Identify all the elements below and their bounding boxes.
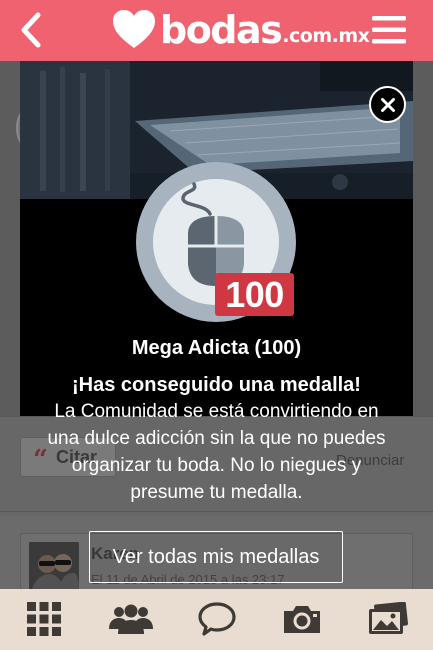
medal-level-badge: 100 [215,273,294,316]
back-button[interactable] [14,11,48,49]
close-modal-button[interactable] [369,86,406,123]
chevron-left-icon [21,12,41,48]
community-icon [109,604,153,634]
bottom-tab-bar [0,589,433,650]
chat-bubble-icon [198,602,236,636]
logo-brand-text: bodas [160,8,283,52]
tab-forum[interactable] [196,599,238,639]
medal-headline: ¡Has conseguido una medalla! [72,374,361,396]
menu-button[interactable] [372,15,406,45]
logo-domain-text: .com.mx [282,25,370,47]
bodas-logo[interactable]: bodas .com.mx [112,8,370,52]
photos-icon [369,602,408,634]
tab-community[interactable] [108,599,154,639]
grid-icon [27,602,61,636]
app-header: bodas .com.mx [0,0,433,61]
close-icon [380,97,395,112]
divider [0,511,433,512]
medal-title: Mega Adicta (100) [131,337,302,359]
tab-menu[interactable] [26,599,62,639]
avatar-photo [29,542,79,589]
tab-gallery[interactable] [366,599,410,639]
view-all-medals-button[interactable]: Ver todas mis medallas [89,531,343,583]
heart-logo-icon [113,10,155,48]
medal-description: La Comunidad se está convirtiendo en una… [47,401,386,503]
tab-photos[interactable] [281,599,323,639]
hamburger-menu-icon [372,16,406,44]
avatar[interactable] [29,542,79,589]
camera-icon [284,606,320,633]
